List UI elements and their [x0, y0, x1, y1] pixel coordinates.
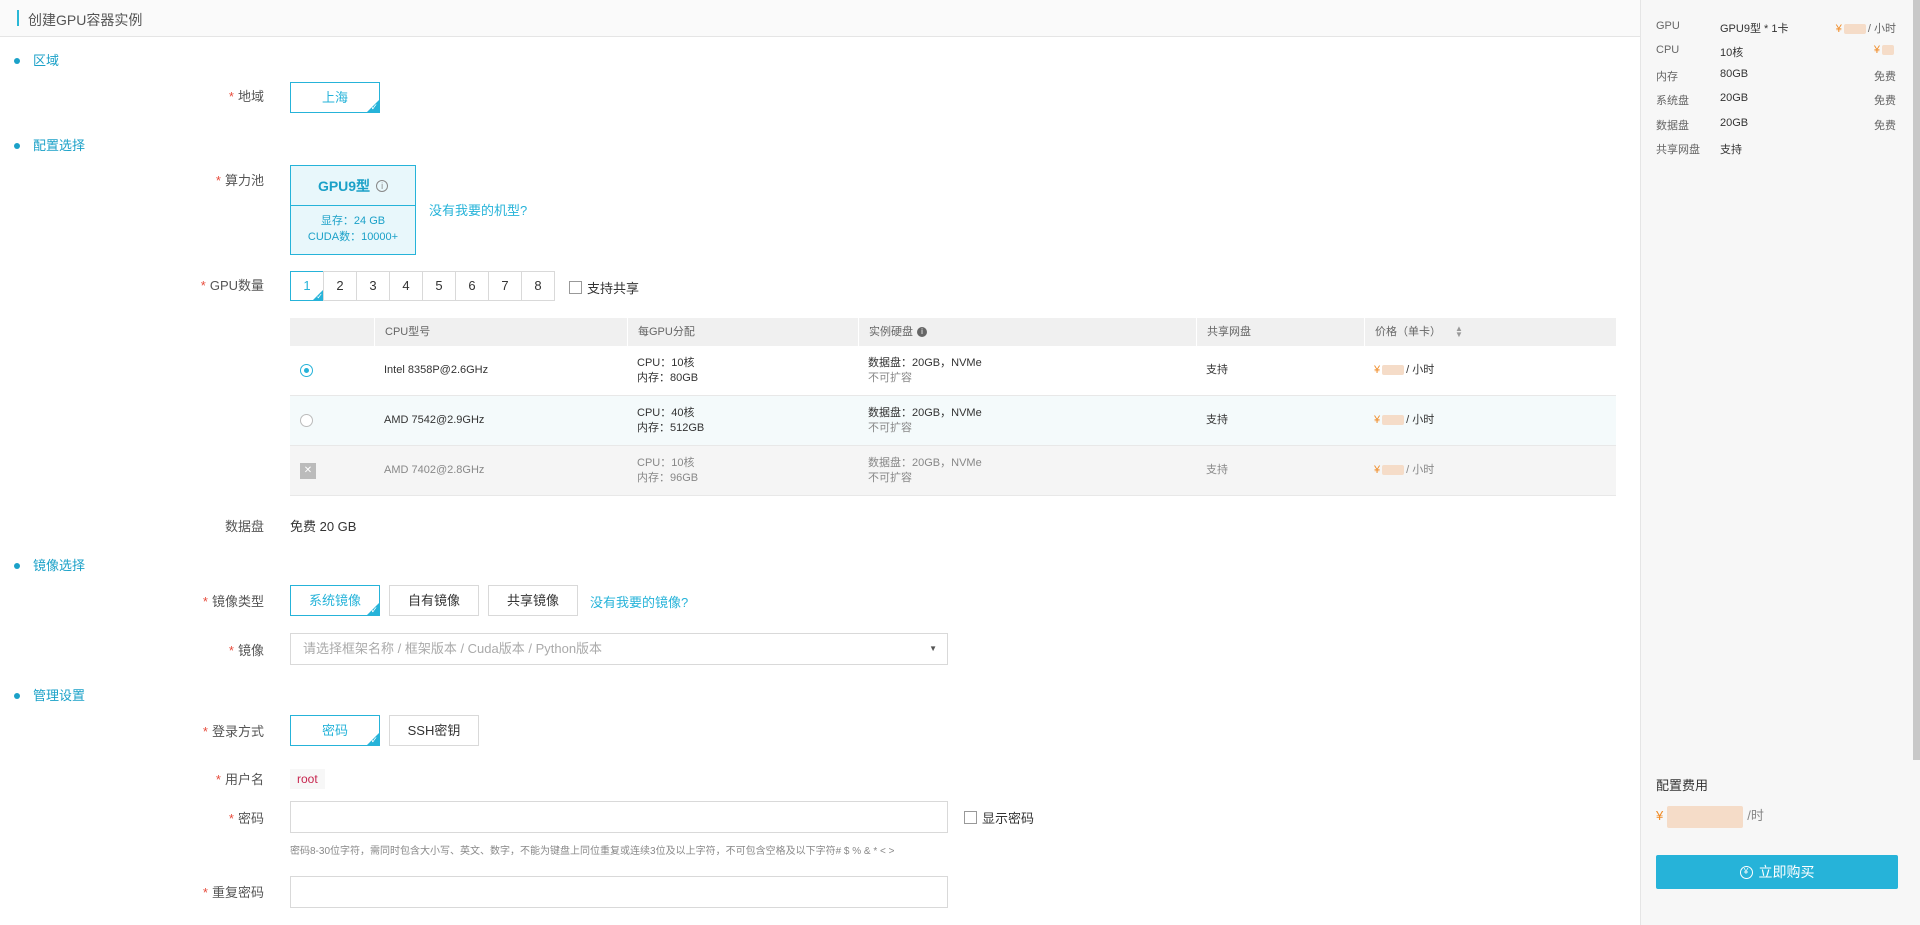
image-label: * 镜像 — [228, 643, 264, 658]
bullet-icon — [14, 562, 20, 569]
gpu-count-1[interactable]: 1 ✓ — [290, 271, 324, 301]
login-ssh-key[interactable]: SSH密钥 — [389, 715, 479, 746]
gpu-cuda: CUDA数：10000+ — [307, 231, 399, 243]
section-image: 镜像选择 — [14, 555, 85, 574]
gpu-count-4[interactable]: 4 — [389, 271, 423, 301]
table-row: ✕ AMD 7402@2.8GHz CPU：10核 内存：96GB 数据盘：20G… — [290, 446, 1616, 496]
buy-now-button[interactable]: ¥ 立即购买 — [1656, 855, 1898, 889]
section-title: 配置选择 — [33, 138, 86, 153]
price-cell: ¥ / 小时 — [1374, 414, 1435, 426]
page-header: 创建GPU容器实例 — [0, 0, 1640, 37]
check-icon: ✓ — [370, 605, 378, 615]
cart-icon: ¥ — [1739, 865, 1753, 879]
gpu-count-label: * GPU数量 — [200, 278, 264, 293]
table-row[interactable]: AMD 7542@2.9GHz CPU：40核 内存：512GB 数据盘：20GB… — [290, 396, 1616, 446]
login-label: * 登录方式 — [202, 724, 264, 739]
show-password-checkbox[interactable]: 显示密码 — [964, 808, 1034, 827]
blurred-price — [1382, 465, 1405, 476]
image-type-label: * 镜像类型 — [202, 594, 264, 609]
gpu-pool-title: GPU9型 — [317, 178, 371, 194]
price-cell: ¥ / 小时 — [1374, 364, 1435, 376]
bullet-icon — [14, 57, 20, 64]
summary-cpu: CPU 10核 ¥ — [1656, 44, 1896, 59]
region-option-shanghai[interactable]: 上海 ✓ — [290, 82, 380, 113]
check-icon: ✓ — [370, 102, 378, 112]
username-value: root — [290, 769, 325, 789]
image-type-shared[interactable]: 共享镜像 — [488, 585, 578, 616]
bullet-icon — [14, 142, 20, 149]
bullet-icon — [14, 692, 20, 699]
username-label: * 用户名 — [215, 772, 264, 787]
fee-value: ¥/时 — [1656, 805, 1764, 828]
table-row[interactable]: Intel 8358P@2.6GHz CPU：10核 内存：80GB 数据盘：20… — [290, 346, 1616, 396]
section-title: 镜像选择 — [33, 558, 86, 573]
sold-out-cart-icon: ✕ — [300, 462, 316, 479]
section-region: 区域 — [14, 50, 59, 69]
check-icon: ✓ — [316, 292, 323, 301]
gpu-count-2[interactable]: 2 — [323, 271, 357, 301]
password-input[interactable] — [290, 801, 948, 833]
table-header: CPU型号 每GPU分配 实例硬盘 i 共享网盘 价格（单卡） ▲ ▼ — [290, 318, 1616, 346]
blurred-price — [1667, 805, 1744, 828]
gpu-count-8[interactable]: 8 — [521, 271, 555, 301]
gpu-vram: 显存：24 GB — [320, 215, 386, 227]
info-icon[interactable]: i — [376, 180, 389, 193]
blurred-price — [1382, 415, 1405, 426]
checkbox-box[interactable] — [569, 281, 582, 294]
share-checkbox[interactable]: 支持共享 — [569, 278, 639, 297]
sort-icon[interactable]: ▲ ▼ — [1455, 325, 1463, 339]
info-icon[interactable]: i — [917, 327, 927, 338]
checkbox-box[interactable] — [964, 811, 977, 824]
cpu-table: CPU型号 每GPU分配 实例硬盘 i 共享网盘 价格（单卡） ▲ ▼ Intel 8… — [290, 318, 1616, 496]
summary-system-disk: 系统盘 20GB 免费 — [1656, 92, 1896, 107]
image-type-own[interactable]: 自有镜像 — [389, 585, 479, 616]
order-summary-panel: GPU GPU9型 * 1卡 ¥ / 小时 CPU 10核 ¥ 内存 80GB 免费 系统盘 2… — [1640, 0, 1920, 925]
caret-down-icon: ▼ — [929, 644, 937, 653]
radio-unselected[interactable] — [300, 414, 313, 427]
pool-label: * 算力池 — [215, 173, 264, 188]
login-password[interactable]: 密码 ✓ — [290, 715, 380, 746]
summary-data-disk: 数据盘 20GB 免费 — [1656, 117, 1896, 132]
blurred-price — [1382, 365, 1405, 376]
image-type-system[interactable]: 系统镜像 ✓ — [290, 585, 380, 616]
create-instance-page: 创建GPU容器实例 区域 * 地域 上海 ✓ 配置选择 * 算力池 GPU9型 i 显存… — [0, 0, 1920, 925]
data-disk-label: 数据盘 — [224, 519, 264, 534]
scrollbar[interactable] — [1913, 0, 1920, 760]
radio-selected[interactable] — [300, 364, 313, 377]
summary-gpu: GPU GPU9型 * 1卡 ¥ / 小时 — [1656, 20, 1896, 35]
password-repeat-input[interactable] — [290, 876, 948, 908]
section-manage: 管理设置 — [14, 685, 85, 704]
fee-label: 配置费用 — [1656, 778, 1709, 793]
no-image-link[interactable]: 没有我要的镜像? — [590, 592, 688, 611]
region-label: * 地域 — [228, 89, 264, 104]
gpu-count-3[interactable]: 3 — [356, 271, 390, 301]
data-disk-value: 免费 20 GB — [290, 519, 357, 534]
gpu-count-6[interactable]: 6 — [455, 271, 489, 301]
gpu-count-7[interactable]: 7 — [488, 271, 522, 301]
section-config: 配置选择 — [14, 135, 85, 154]
summary-shared-disk: 共享网盘 支持 — [1656, 144, 1742, 156]
check-icon: ✓ — [370, 735, 378, 745]
header-accent-bar — [17, 10, 19, 26]
page-title: 创建GPU容器实例 — [28, 12, 143, 28]
summary-memory: 内存 80GB 免费 — [1656, 68, 1896, 83]
price-cell: ¥ / 小时 — [1374, 464, 1435, 476]
password-repeat-label: * 重复密码 — [202, 885, 264, 900]
gpu-pool-card[interactable]: GPU9型 i 显存：24 GB CUDA数：10000+ — [290, 165, 416, 255]
password-hint: 密码8-30位字符，需同时包含大小写、英文、数字，不能为键盘上同位重复或连续3位… — [290, 846, 895, 857]
gpu-count-5[interactable]: 5 — [422, 271, 456, 301]
no-model-link[interactable]: 没有我要的机型? — [429, 200, 527, 219]
main-form: 创建GPU容器实例 区域 * 地域 上海 ✓ 配置选择 * 算力池 GPU9型 i 显存… — [0, 0, 1640, 925]
section-title: 区域 — [33, 53, 60, 68]
section-title: 管理设置 — [33, 688, 86, 703]
image-select[interactable]: 请选择框架名称 / 框架版本 / Cuda版本 / Python版本 ▼ — [290, 633, 948, 665]
password-label: * 密码 — [228, 811, 264, 826]
